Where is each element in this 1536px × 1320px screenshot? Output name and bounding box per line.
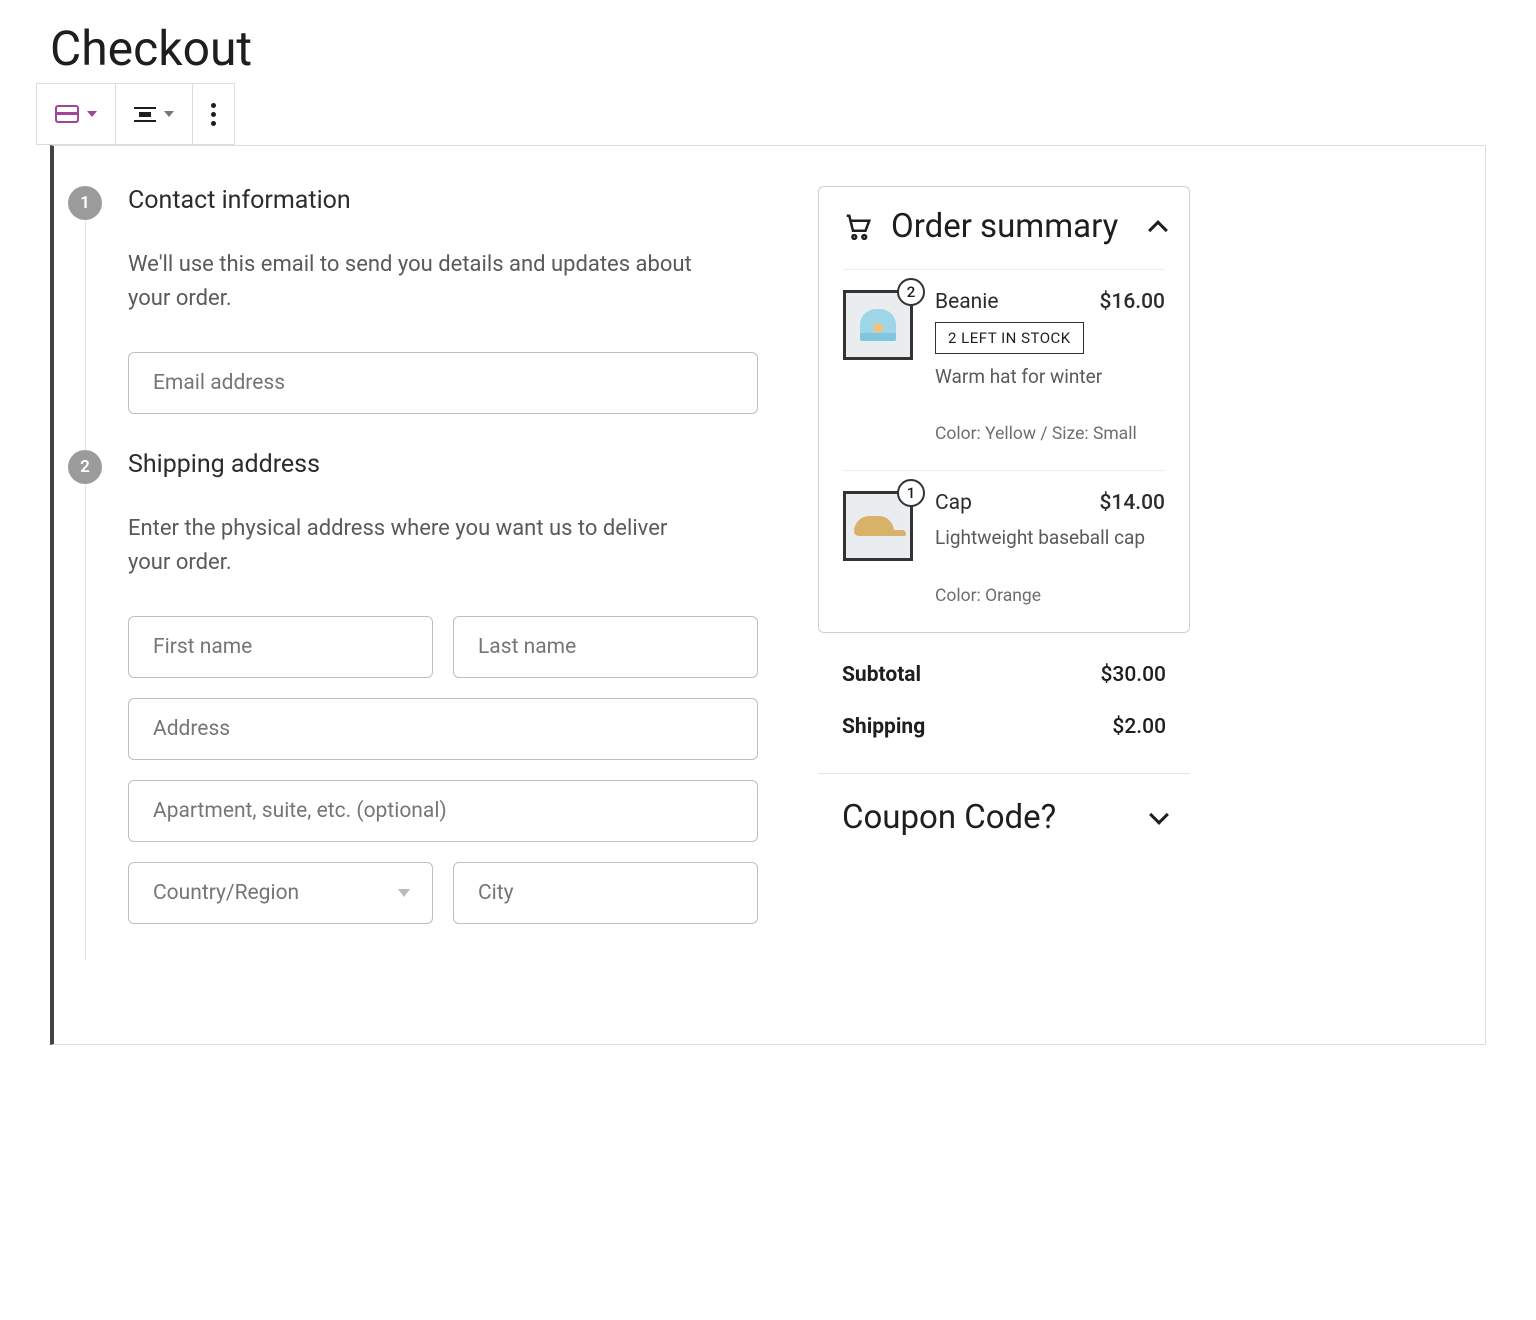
quantity-badge: 2 xyxy=(897,278,925,306)
address-field[interactable]: Address xyxy=(128,698,758,760)
caret-down-icon xyxy=(164,111,174,117)
last-name-field[interactable]: Last name xyxy=(453,616,758,678)
more-options-button[interactable] xyxy=(193,84,234,144)
step-number-badge: 2 xyxy=(68,450,102,484)
order-summary-card: Order summary 2 Beanie $16.00 2 LEFT xyxy=(818,186,1190,633)
coupon-toggle[interactable]: Coupon Code? xyxy=(818,774,1190,862)
subtotal-value: $30.00 xyxy=(1100,663,1166,687)
subtotal-label: Subtotal xyxy=(842,663,921,687)
chevron-down-icon xyxy=(398,889,410,897)
placeholder-text: Address xyxy=(153,717,230,741)
align-icon xyxy=(134,107,156,122)
product-price: $16.00 xyxy=(1099,290,1165,314)
product-description: Lightweight baseball cap xyxy=(935,525,1165,552)
block-toolbar xyxy=(36,83,235,145)
order-item: 1 Cap $14.00 Lightweight baseball cap Co… xyxy=(843,470,1165,632)
product-meta: Color: Yellow / Size: Small xyxy=(935,424,1165,444)
placeholder-text: First name xyxy=(153,635,252,659)
quantity-badge: 1 xyxy=(897,479,925,507)
step-description: Enter the physical address where you wan… xyxy=(128,512,708,580)
order-item: 2 Beanie $16.00 2 LEFT IN STOCK Warm hat… xyxy=(843,269,1165,471)
step-title: Shipping address xyxy=(128,450,758,479)
first-name-field[interactable]: First name xyxy=(128,616,433,678)
order-totals: Subtotal $30.00 Shipping $2.00 xyxy=(818,633,1190,769)
shipping-label: Shipping xyxy=(842,715,925,739)
block-type-button[interactable] xyxy=(37,84,116,144)
page-title: Checkout xyxy=(50,20,1486,77)
product-description: Warm hat for winter xyxy=(935,364,1165,391)
stock-badge: 2 LEFT IN STOCK xyxy=(935,322,1084,354)
email-field[interactable]: Email address xyxy=(128,352,758,414)
kebab-icon xyxy=(211,103,216,126)
product-meta: Color: Orange xyxy=(935,586,1165,606)
order-summary-title: Order summary xyxy=(891,207,1133,247)
step-description: We'll use this email to send you details… xyxy=(128,248,708,316)
chevron-up-icon xyxy=(1148,220,1168,240)
city-field[interactable]: City xyxy=(453,862,758,924)
step-contact-header: 1 Contact information xyxy=(68,186,758,220)
product-name: Beanie xyxy=(935,290,998,314)
step-title: Contact information xyxy=(128,186,758,215)
order-summary-toggle[interactable]: Order summary xyxy=(843,207,1165,269)
align-button[interactable] xyxy=(116,84,193,144)
country-select[interactable]: Country/Region xyxy=(128,862,433,924)
chevron-down-icon xyxy=(1149,805,1169,825)
product-price: $14.00 xyxy=(1099,491,1165,515)
shipping-value: $2.00 xyxy=(1112,715,1166,739)
credit-card-icon xyxy=(55,105,79,123)
placeholder-text: Email address xyxy=(153,371,285,395)
step-shipping-header: 2 Shipping address xyxy=(68,450,758,484)
placeholder-text: Country/Region xyxy=(153,881,299,905)
apartment-field[interactable]: Apartment, suite, etc. (optional) xyxy=(128,780,758,842)
coupon-title: Coupon Code? xyxy=(842,798,1056,838)
caret-down-icon xyxy=(87,111,97,117)
placeholder-text: Apartment, suite, etc. (optional) xyxy=(153,799,447,823)
placeholder-text: Last name xyxy=(478,635,576,659)
placeholder-text: City xyxy=(478,881,514,905)
cart-icon xyxy=(843,212,873,242)
product-name: Cap xyxy=(935,491,972,515)
step-number-badge: 1 xyxy=(68,186,102,220)
